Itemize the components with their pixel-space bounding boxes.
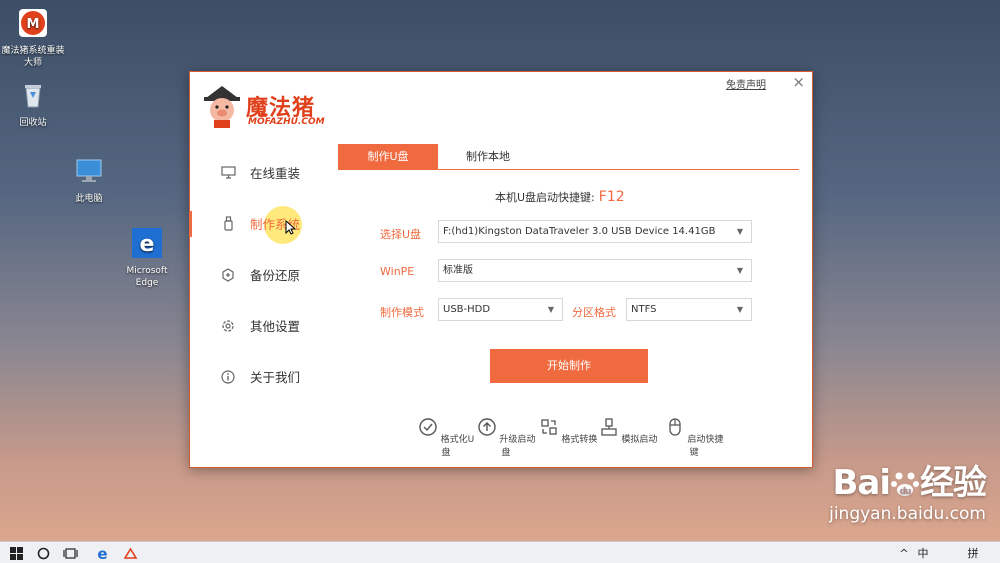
ime-mode-indicator[interactable]: 拼 bbox=[964, 542, 982, 563]
chevron-down-icon: ▼ bbox=[736, 227, 743, 236]
partition-label: 分区格式 bbox=[572, 306, 616, 319]
hotkey-info: 本机U盘启动快捷键: F12 bbox=[495, 189, 625, 205]
search-button[interactable] bbox=[32, 542, 54, 563]
tab-bar: 制作U盘 制作本地 bbox=[338, 144, 799, 170]
tool-label: 升级启动盘 bbox=[499, 435, 536, 458]
sidebar-item-other-settings[interactable]: 其他设置 bbox=[190, 300, 330, 351]
desktop-icon-this-pc[interactable]: 此电脑 bbox=[56, 156, 122, 205]
hotkey-value: F12 bbox=[598, 189, 625, 205]
desktop-icon-label: 回收站 bbox=[19, 118, 47, 128]
watermark-url: jingyan.baidu.com bbox=[829, 504, 986, 524]
backup-icon bbox=[220, 267, 236, 283]
svg-text:e: e bbox=[140, 232, 155, 257]
taskbar: e ^ 中 拼 bbox=[0, 541, 1000, 563]
tool-upgrade-bootdisk[interactable]: 升级启动盘 bbox=[475, 417, 537, 458]
tool-boot-hotkey[interactable]: 启动快捷键 bbox=[663, 417, 725, 458]
svg-text:du: du bbox=[900, 487, 911, 497]
monitor-icon bbox=[220, 165, 236, 181]
sidebar-item-make-system[interactable]: 制作系统 bbox=[189, 198, 330, 249]
winpe-dropdown[interactable]: 标准版 ▼ bbox=[438, 259, 752, 282]
usb-icon bbox=[220, 216, 236, 232]
sidebar-item-label: 备份还原 bbox=[250, 268, 301, 283]
tool-format-usb[interactable]: 格式化U盘 bbox=[415, 417, 477, 458]
disclaimer-link[interactable]: 免责声明 bbox=[726, 76, 766, 91]
mofazhu-app-icon: M bbox=[19, 9, 47, 37]
close-button[interactable]: × bbox=[792, 74, 805, 90]
svg-text:M: M bbox=[27, 17, 40, 32]
tool-bar: 格式化U盘 升级启动盘 格式转换 模拟启动 启动快捷键 bbox=[415, 417, 725, 458]
sidebar-item-online-install[interactable]: 在线重装 bbox=[190, 147, 330, 198]
sidebar-item-label: 在线重装 bbox=[250, 166, 301, 181]
app-logo: 魔法猪 MOFAZHU.COM bbox=[200, 84, 340, 130]
sidebar-item-about-us[interactable]: 关于我们 bbox=[190, 351, 330, 402]
taskbar-edge[interactable]: e bbox=[90, 542, 114, 563]
sidebar-item-label: 其他设置 bbox=[250, 319, 301, 334]
desktop-icon-label: 魔法猪系统重装大师 bbox=[1, 46, 65, 68]
check-circle-icon bbox=[419, 418, 437, 436]
pig-mascot-icon bbox=[204, 86, 240, 128]
gear-icon bbox=[220, 318, 236, 334]
hotkey-label: 本机U盘启动快捷键: bbox=[495, 191, 595, 204]
tray-chevron-up-icon[interactable]: ^ bbox=[896, 542, 912, 563]
svg-text:e: e bbox=[97, 546, 107, 561]
sidebar-item-backup-restore[interactable]: 备份还原 bbox=[190, 249, 330, 300]
desktop-icon-mofazhu[interactable]: M 魔法猪系统重装大师 bbox=[0, 8, 66, 69]
mouse-icon bbox=[668, 418, 681, 436]
upgrade-icon bbox=[477, 418, 496, 436]
simulate-icon bbox=[600, 418, 617, 436]
chevron-down-icon: ▼ bbox=[736, 266, 743, 275]
tool-simulate-boot[interactable]: 模拟启动 bbox=[597, 417, 659, 445]
edge-icon: e bbox=[97, 546, 107, 561]
ime-indicator[interactable]: 中 bbox=[914, 542, 932, 563]
tab-make-local[interactable]: 制作本地 bbox=[438, 144, 538, 170]
partition-value: NTFS bbox=[631, 304, 657, 315]
taskbar-mofazhu[interactable] bbox=[118, 542, 142, 563]
desktop-icon-label: 此电脑 bbox=[75, 194, 103, 204]
start-button[interactable] bbox=[4, 542, 28, 563]
task-view-button[interactable] bbox=[58, 542, 82, 563]
baidu-watermark: Bai du 经验 jingyan.baidu.com bbox=[829, 455, 987, 524]
winpe-label: WinPE bbox=[380, 265, 415, 278]
app-window: 免责声明 × 魔法猪 MOFAZHU.COM 在线重装 制作系统 备份还原 其他… bbox=[189, 71, 813, 468]
baidu-paw-icon: du bbox=[891, 472, 919, 497]
edge-icon: e bbox=[132, 228, 162, 258]
watermark-brand: Bai du 经验 bbox=[832, 463, 987, 503]
mode-dropdown[interactable]: USB-HDD ▼ bbox=[438, 298, 563, 321]
task-view-icon bbox=[62, 547, 78, 559]
desktop-icon-recycle-bin[interactable]: 回收站 bbox=[0, 80, 66, 129]
select-usb-label: 选择U盘 bbox=[380, 228, 422, 241]
tool-label: 格式化U盘 bbox=[440, 435, 475, 458]
chevron-down-icon: ▼ bbox=[736, 305, 743, 314]
tab-make-usb[interactable]: 制作U盘 bbox=[338, 144, 438, 170]
tool-label: 格式转换 bbox=[561, 435, 598, 445]
sidebar-nav: 在线重装 制作系统 备份还原 其他设置 关于我们 bbox=[189, 147, 330, 402]
logo-subtext: MOFAZHU.COM bbox=[248, 117, 325, 127]
mofazhu-app-icon bbox=[123, 546, 137, 559]
cortana-icon bbox=[37, 547, 49, 559]
mode-value: USB-HDD bbox=[443, 304, 491, 315]
tool-format-convert[interactable]: 格式转换 bbox=[537, 417, 599, 445]
chevron-down-icon: ▼ bbox=[547, 305, 554, 314]
select-usb-value: F:(hd1)Kingston DataTraveler 3.0 USB Dev… bbox=[443, 226, 716, 237]
tool-label: 启动快捷键 bbox=[687, 435, 724, 458]
sidebar-item-label: 关于我们 bbox=[250, 370, 301, 385]
partition-dropdown[interactable]: NTFS ▼ bbox=[626, 298, 752, 321]
info-icon bbox=[220, 369, 236, 385]
select-usb-dropdown[interactable]: F:(hd1)Kingston DataTraveler 3.0 USB Dev… bbox=[438, 220, 752, 243]
recycle-bin-icon bbox=[25, 85, 41, 108]
computer-icon bbox=[76, 159, 102, 182]
winpe-value: 标准版 bbox=[443, 265, 473, 276]
desktop-icon-edge[interactable]: e Microsoft Edge bbox=[114, 228, 180, 289]
windows-icon bbox=[9, 546, 23, 560]
tool-label: 模拟启动 bbox=[621, 435, 658, 445]
convert-icon bbox=[540, 419, 557, 435]
mode-label: 制作模式 bbox=[380, 306, 424, 319]
desktop-icon-label: Microsoft Edge bbox=[126, 266, 168, 288]
start-make-button[interactable]: 开始制作 bbox=[490, 349, 648, 383]
mouse-cursor-icon bbox=[285, 220, 296, 235]
